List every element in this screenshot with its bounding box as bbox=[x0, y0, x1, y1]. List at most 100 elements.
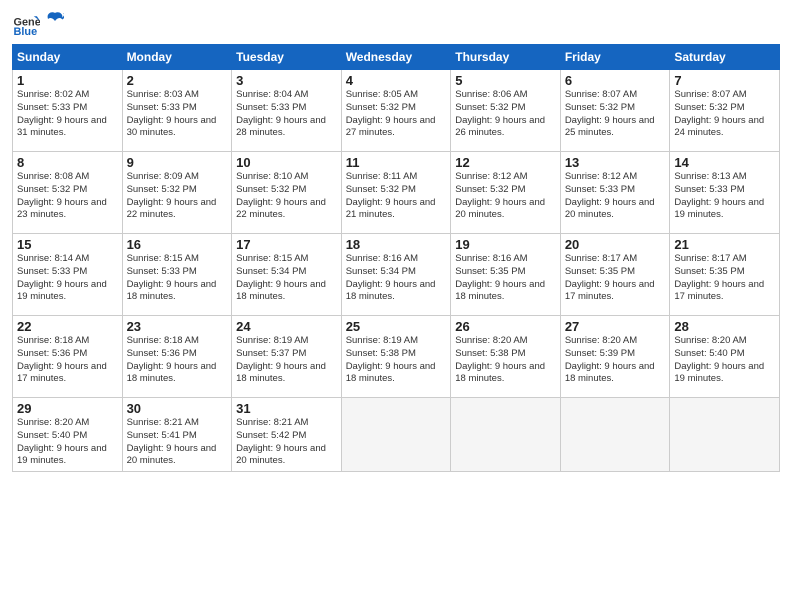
day-cell-7: 7 Sunrise: 8:07 AMSunset: 5:32 PMDayligh… bbox=[670, 70, 780, 152]
day-number: 4 bbox=[346, 73, 447, 88]
day-cell-20: 20 Sunrise: 8:17 AMSunset: 5:35 PMDaylig… bbox=[560, 234, 670, 316]
calendar-week-row: 29 Sunrise: 8:20 AMSunset: 5:40 PMDaylig… bbox=[13, 398, 780, 472]
day-number: 28 bbox=[674, 319, 775, 334]
day-number: 27 bbox=[565, 319, 666, 334]
day-cell-1: 1 Sunrise: 8:02 AMSunset: 5:33 PMDayligh… bbox=[13, 70, 123, 152]
day-number: 12 bbox=[455, 155, 556, 170]
day-cell-8: 8 Sunrise: 8:08 AMSunset: 5:32 PMDayligh… bbox=[13, 152, 123, 234]
day-number: 11 bbox=[346, 155, 447, 170]
day-cell-4: 4 Sunrise: 8:05 AMSunset: 5:32 PMDayligh… bbox=[341, 70, 451, 152]
day-number: 19 bbox=[455, 237, 556, 252]
day-cell-3: 3 Sunrise: 8:04 AMSunset: 5:33 PMDayligh… bbox=[232, 70, 342, 152]
day-number: 10 bbox=[236, 155, 337, 170]
day-info: Sunrise: 8:16 AMSunset: 5:34 PMDaylight:… bbox=[346, 253, 436, 302]
calendar-week-row: 8 Sunrise: 8:08 AMSunset: 5:32 PMDayligh… bbox=[13, 152, 780, 234]
day-info: Sunrise: 8:13 AMSunset: 5:33 PMDaylight:… bbox=[674, 171, 764, 220]
day-info: Sunrise: 8:19 AMSunset: 5:38 PMDaylight:… bbox=[346, 335, 436, 384]
day-cell-30: 30 Sunrise: 8:21 AMSunset: 5:41 PMDaylig… bbox=[122, 398, 232, 472]
day-number: 1 bbox=[17, 73, 118, 88]
day-number: 26 bbox=[455, 319, 556, 334]
day-number: 23 bbox=[127, 319, 228, 334]
day-info: Sunrise: 8:20 AMSunset: 5:40 PMDaylight:… bbox=[17, 417, 107, 466]
day-info: Sunrise: 8:20 AMSunset: 5:39 PMDaylight:… bbox=[565, 335, 655, 384]
day-info: Sunrise: 8:04 AMSunset: 5:33 PMDaylight:… bbox=[236, 89, 326, 138]
page-container: General Blue SundayMondayTuesdayWednesda… bbox=[0, 0, 792, 480]
day-info: Sunrise: 8:07 AMSunset: 5:32 PMDaylight:… bbox=[674, 89, 764, 138]
day-cell-2: 2 Sunrise: 8:03 AMSunset: 5:33 PMDayligh… bbox=[122, 70, 232, 152]
day-cell-5: 5 Sunrise: 8:06 AMSunset: 5:32 PMDayligh… bbox=[451, 70, 561, 152]
day-cell-31: 31 Sunrise: 8:21 AMSunset: 5:42 PMDaylig… bbox=[232, 398, 342, 472]
calendar-table: SundayMondayTuesdayWednesdayThursdayFrid… bbox=[12, 44, 780, 472]
day-number: 21 bbox=[674, 237, 775, 252]
day-info: Sunrise: 8:21 AMSunset: 5:41 PMDaylight:… bbox=[127, 417, 217, 466]
day-number: 31 bbox=[236, 401, 337, 416]
day-number: 6 bbox=[565, 73, 666, 88]
day-info: Sunrise: 8:08 AMSunset: 5:32 PMDaylight:… bbox=[17, 171, 107, 220]
day-info: Sunrise: 8:14 AMSunset: 5:33 PMDaylight:… bbox=[17, 253, 107, 302]
header-tuesday: Tuesday bbox=[232, 45, 342, 70]
day-cell-16: 16 Sunrise: 8:15 AMSunset: 5:33 PMDaylig… bbox=[122, 234, 232, 316]
day-info: Sunrise: 8:02 AMSunset: 5:33 PMDaylight:… bbox=[17, 89, 107, 138]
empty-day-cell bbox=[341, 398, 451, 472]
day-number: 16 bbox=[127, 237, 228, 252]
logo-icon: General Blue bbox=[12, 10, 40, 38]
day-number: 14 bbox=[674, 155, 775, 170]
day-info: Sunrise: 8:15 AMSunset: 5:33 PMDaylight:… bbox=[127, 253, 217, 302]
day-info: Sunrise: 8:18 AMSunset: 5:36 PMDaylight:… bbox=[17, 335, 107, 384]
day-number: 13 bbox=[565, 155, 666, 170]
day-cell-27: 27 Sunrise: 8:20 AMSunset: 5:39 PMDaylig… bbox=[560, 316, 670, 398]
day-number: 24 bbox=[236, 319, 337, 334]
day-cell-18: 18 Sunrise: 8:16 AMSunset: 5:34 PMDaylig… bbox=[341, 234, 451, 316]
logo-bird-icon bbox=[46, 11, 64, 33]
day-number: 7 bbox=[674, 73, 775, 88]
day-info: Sunrise: 8:10 AMSunset: 5:32 PMDaylight:… bbox=[236, 171, 326, 220]
logo: General Blue bbox=[12, 10, 64, 38]
day-info: Sunrise: 8:05 AMSunset: 5:32 PMDaylight:… bbox=[346, 89, 436, 138]
day-cell-26: 26 Sunrise: 8:20 AMSunset: 5:38 PMDaylig… bbox=[451, 316, 561, 398]
calendar-header-row: SundayMondayTuesdayWednesdayThursdayFrid… bbox=[13, 45, 780, 70]
day-number: 20 bbox=[565, 237, 666, 252]
day-info: Sunrise: 8:19 AMSunset: 5:37 PMDaylight:… bbox=[236, 335, 326, 384]
day-number: 3 bbox=[236, 73, 337, 88]
day-cell-19: 19 Sunrise: 8:16 AMSunset: 5:35 PMDaylig… bbox=[451, 234, 561, 316]
header-saturday: Saturday bbox=[670, 45, 780, 70]
day-info: Sunrise: 8:20 AMSunset: 5:40 PMDaylight:… bbox=[674, 335, 764, 384]
day-cell-15: 15 Sunrise: 8:14 AMSunset: 5:33 PMDaylig… bbox=[13, 234, 123, 316]
day-cell-12: 12 Sunrise: 8:12 AMSunset: 5:32 PMDaylig… bbox=[451, 152, 561, 234]
empty-day-cell bbox=[451, 398, 561, 472]
header-thursday: Thursday bbox=[451, 45, 561, 70]
day-info: Sunrise: 8:09 AMSunset: 5:32 PMDaylight:… bbox=[127, 171, 217, 220]
day-cell-29: 29 Sunrise: 8:20 AMSunset: 5:40 PMDaylig… bbox=[13, 398, 123, 472]
header-sunday: Sunday bbox=[13, 45, 123, 70]
day-number: 18 bbox=[346, 237, 447, 252]
day-info: Sunrise: 8:06 AMSunset: 5:32 PMDaylight:… bbox=[455, 89, 545, 138]
day-number: 15 bbox=[17, 237, 118, 252]
day-cell-22: 22 Sunrise: 8:18 AMSunset: 5:36 PMDaylig… bbox=[13, 316, 123, 398]
day-info: Sunrise: 8:03 AMSunset: 5:33 PMDaylight:… bbox=[127, 89, 217, 138]
day-cell-25: 25 Sunrise: 8:19 AMSunset: 5:38 PMDaylig… bbox=[341, 316, 451, 398]
day-cell-6: 6 Sunrise: 8:07 AMSunset: 5:32 PMDayligh… bbox=[560, 70, 670, 152]
header-wednesday: Wednesday bbox=[341, 45, 451, 70]
day-info: Sunrise: 8:07 AMSunset: 5:32 PMDaylight:… bbox=[565, 89, 655, 138]
day-info: Sunrise: 8:20 AMSunset: 5:38 PMDaylight:… bbox=[455, 335, 545, 384]
day-info: Sunrise: 8:15 AMSunset: 5:34 PMDaylight:… bbox=[236, 253, 326, 302]
day-info: Sunrise: 8:17 AMSunset: 5:35 PMDaylight:… bbox=[565, 253, 655, 302]
day-number: 9 bbox=[127, 155, 228, 170]
calendar-week-row: 15 Sunrise: 8:14 AMSunset: 5:33 PMDaylig… bbox=[13, 234, 780, 316]
day-cell-14: 14 Sunrise: 8:13 AMSunset: 5:33 PMDaylig… bbox=[670, 152, 780, 234]
day-number: 25 bbox=[346, 319, 447, 334]
day-cell-23: 23 Sunrise: 8:18 AMSunset: 5:36 PMDaylig… bbox=[122, 316, 232, 398]
day-number: 22 bbox=[17, 319, 118, 334]
header-monday: Monday bbox=[122, 45, 232, 70]
day-info: Sunrise: 8:12 AMSunset: 5:32 PMDaylight:… bbox=[455, 171, 545, 220]
day-info: Sunrise: 8:18 AMSunset: 5:36 PMDaylight:… bbox=[127, 335, 217, 384]
day-cell-21: 21 Sunrise: 8:17 AMSunset: 5:35 PMDaylig… bbox=[670, 234, 780, 316]
day-cell-10: 10 Sunrise: 8:10 AMSunset: 5:32 PMDaylig… bbox=[232, 152, 342, 234]
calendar-week-row: 1 Sunrise: 8:02 AMSunset: 5:33 PMDayligh… bbox=[13, 70, 780, 152]
empty-day-cell bbox=[560, 398, 670, 472]
day-number: 5 bbox=[455, 73, 556, 88]
header-friday: Friday bbox=[560, 45, 670, 70]
day-info: Sunrise: 8:17 AMSunset: 5:35 PMDaylight:… bbox=[674, 253, 764, 302]
day-info: Sunrise: 8:21 AMSunset: 5:42 PMDaylight:… bbox=[236, 417, 326, 466]
day-cell-24: 24 Sunrise: 8:19 AMSunset: 5:37 PMDaylig… bbox=[232, 316, 342, 398]
